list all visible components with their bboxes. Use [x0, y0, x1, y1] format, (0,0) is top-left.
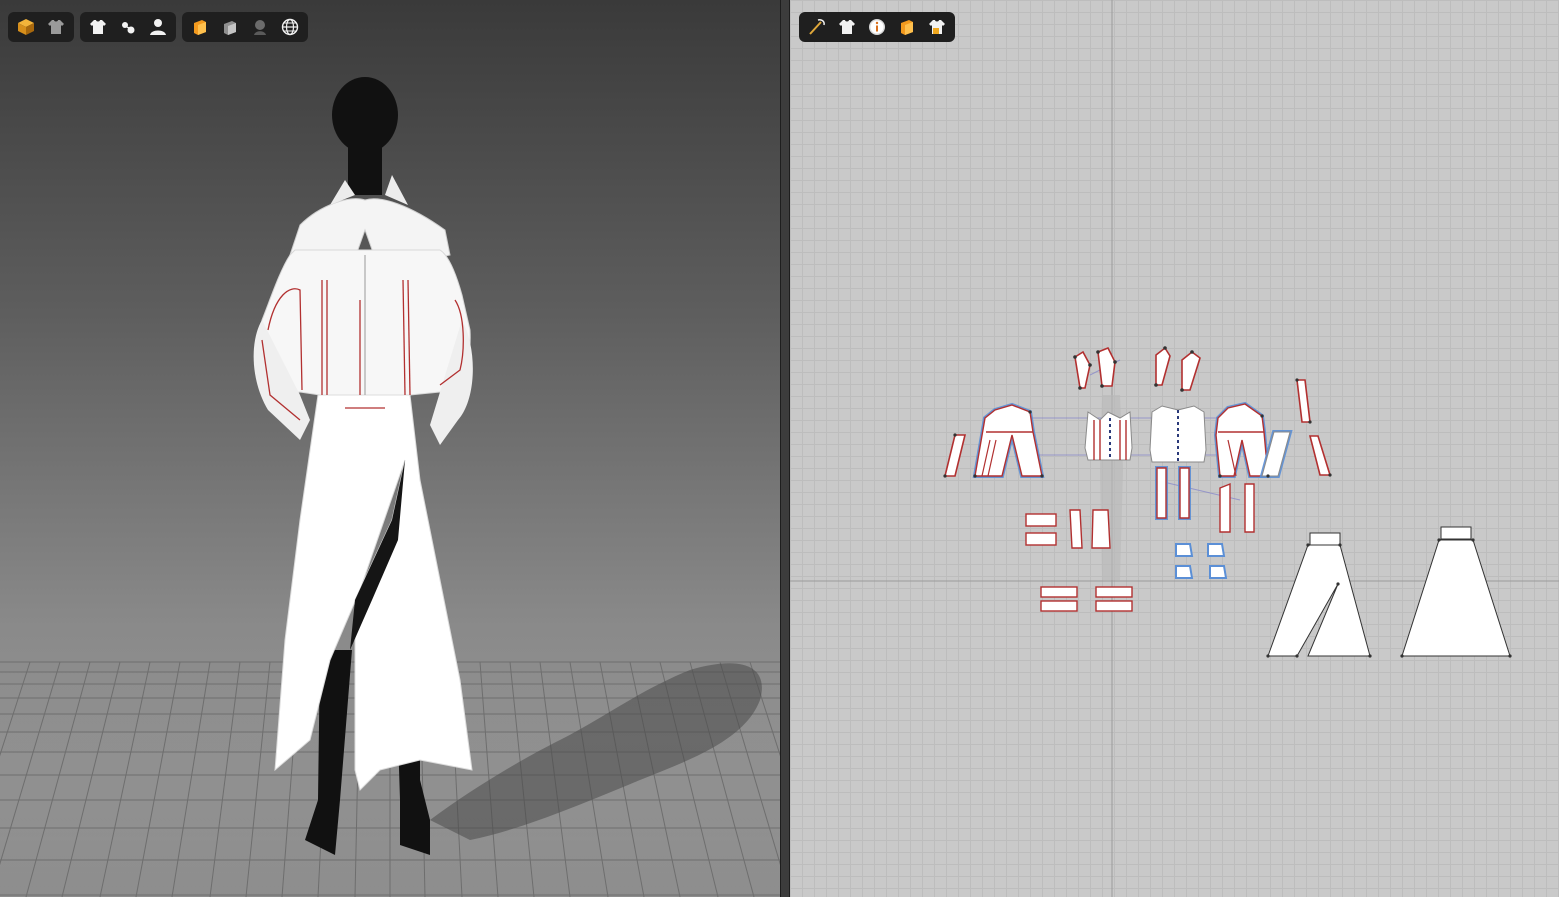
viewport-3d[interactable]: [0, 0, 780, 897]
toolbar-2d-tools: [799, 12, 955, 42]
pattern-piece-waistband: [1040, 586, 1133, 612]
fabric-eraser-icon: [224, 21, 236, 35]
texture-2d-button[interactable]: [895, 15, 919, 39]
garment-display-button[interactable]: [44, 15, 68, 39]
pattern-piece-cuff-right: [1296, 379, 1332, 476]
avatar-shade-icon: [254, 20, 266, 35]
avatar-with-garment[interactable]: [0, 0, 780, 897]
globe-button[interactable]: [278, 15, 302, 39]
pattern-piece-pockets-left: [1025, 509, 1111, 549]
toolbar-3d-garment: [80, 12, 176, 42]
pattern-shirt-icon: [839, 20, 855, 34]
viewport-2d-pattern[interactable]: [790, 0, 1559, 897]
pattern-piece-pocket-flaps: [1175, 543, 1228, 579]
pattern-piece-front-bodice: [1084, 411, 1133, 461]
garment-display-icon: [48, 20, 64, 34]
lock-shirt-icon: [929, 20, 945, 34]
info-icon: [869, 19, 885, 35]
pattern-piece-skirt-front: [1267, 532, 1371, 657]
pattern-piece-sleeve-right: [1213, 401, 1293, 478]
avatar-button[interactable]: [146, 15, 170, 39]
toolbar-3d-display: [8, 12, 74, 42]
info-button[interactable]: [865, 15, 889, 39]
lock-shirt-button[interactable]: [925, 15, 949, 39]
pattern-canvas[interactable]: [790, 0, 1559, 897]
pattern-piece-cuff-left: [943, 434, 967, 477]
shirt-button[interactable]: [86, 15, 110, 39]
toolbar-3d-render: [182, 12, 308, 42]
pattern-piece-back-bodice: [1149, 405, 1207, 463]
segment-tool-button[interactable]: [805, 15, 829, 39]
viewport-splitter[interactable]: [780, 0, 790, 897]
texture-render-button[interactable]: [188, 15, 212, 39]
texture-2d-icon: [901, 20, 913, 35]
fabric-eraser-button[interactable]: [218, 15, 242, 39]
pattern-piece-sleeve-left: [972, 402, 1045, 478]
texture-render-icon: [194, 20, 206, 35]
pattern-piece-collar: [1074, 346, 1201, 391]
avatar-shade-button[interactable]: [248, 15, 272, 39]
globe-icon: [281, 18, 299, 36]
cube-display-button[interactable]: [14, 15, 38, 39]
shirt-sewing-icon: [122, 22, 135, 34]
shirt-sewing-button[interactable]: [116, 15, 140, 39]
shirt-icon: [90, 20, 106, 34]
avatar-icon: [150, 19, 166, 35]
cube-display-icon: [18, 19, 34, 35]
pattern-shirt-button[interactable]: [835, 15, 859, 39]
segment-tool-icon: [809, 19, 825, 35]
pattern-piece-skirt-back: [1401, 526, 1511, 657]
app-window: [0, 0, 1559, 897]
